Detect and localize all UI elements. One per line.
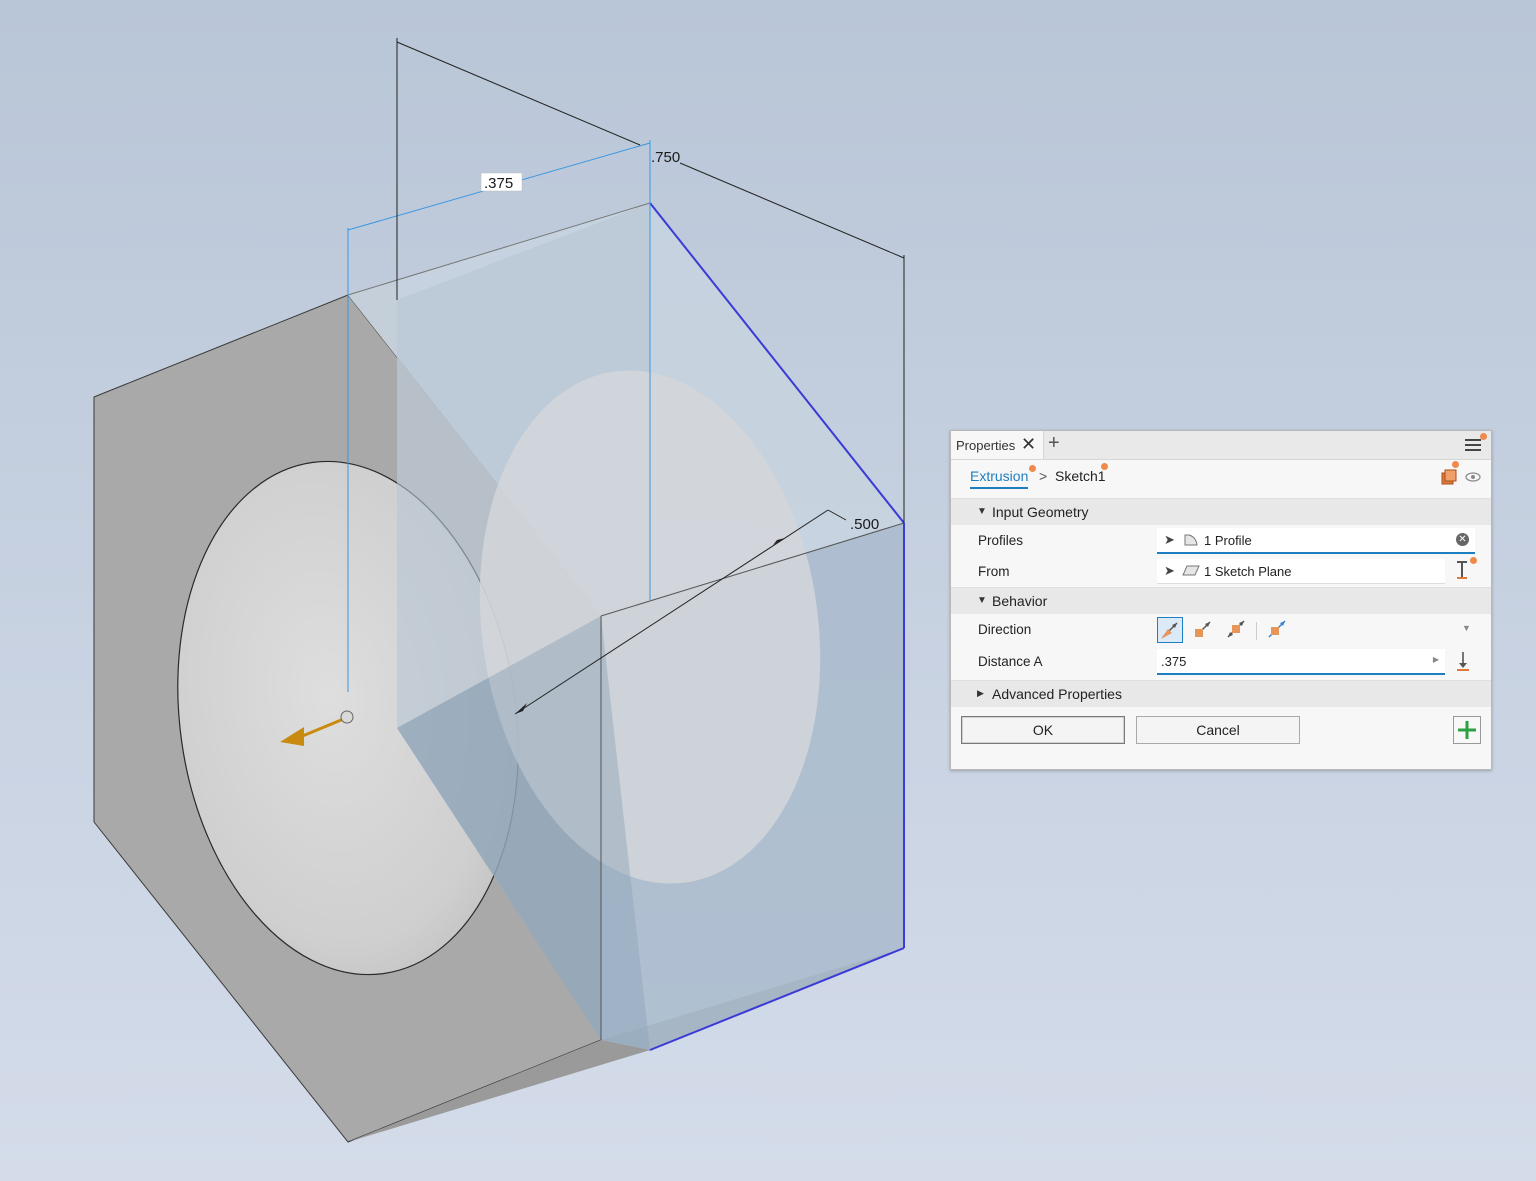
section-input-geometry-title: Input Geometry xyxy=(992,504,1089,520)
close-icon[interactable]: ✕ xyxy=(1021,434,1036,455)
profiles-row: Profiles ➤ 1 Profile ✕ xyxy=(951,525,1491,556)
distance-value: .375 xyxy=(1161,654,1187,669)
section-advanced-properties[interactable]: ▶ Advanced Properties xyxy=(951,680,1491,707)
breadcrumb: Extrusion > Sketch1 xyxy=(951,460,1491,498)
direction-divider xyxy=(1256,622,1257,640)
profile-icon xyxy=(1184,534,1198,546)
breadcrumb-extrusion[interactable]: Extrusion xyxy=(970,468,1029,489)
sketch-plane-icon xyxy=(1182,565,1200,576)
direction-flipped-button[interactable] xyxy=(1191,617,1217,643)
direction-symmetric-button[interactable] xyxy=(1224,617,1250,643)
breadcrumb-separator: > xyxy=(1039,468,1048,484)
menu-icon[interactable] xyxy=(1465,436,1481,452)
profiles-label: Profiles xyxy=(978,533,1024,548)
dimension-750-text: .750 xyxy=(651,149,680,166)
clear-selection-icon[interactable]: ✕ xyxy=(1456,533,1469,546)
apply-add-button[interactable] xyxy=(1453,716,1481,744)
direction-row: Direction ▼ xyxy=(951,614,1491,646)
body-badge xyxy=(1452,461,1459,468)
plus-icon xyxy=(1458,721,1476,739)
distance-label: Distance A xyxy=(978,654,1043,669)
breadcrumb-sketch[interactable]: Sketch1 xyxy=(1055,468,1106,484)
panel-tab-bar: Properties ✕ + xyxy=(951,431,1491,460)
select-cursor-icon: ➤ xyxy=(1164,563,1175,578)
extents-to-icon[interactable] xyxy=(1455,650,1471,672)
section-input-geometry[interactable]: ▼ Input Geometry xyxy=(951,498,1491,525)
properties-panel: Properties ✕ + Extrusion > Sketch1 ▼ Inp… xyxy=(950,430,1492,770)
from-selector[interactable]: ➤ 1 Sketch Plane xyxy=(1157,559,1445,584)
from-label: From xyxy=(978,564,1010,579)
expand-arrow-icon[interactable]: ▶ xyxy=(1433,655,1439,664)
collapse-triangle-icon: ▼ xyxy=(977,506,987,517)
collapse-triangle-icon: ▼ xyxy=(977,595,987,606)
extrusion-badge xyxy=(1029,465,1036,472)
distance-row: Distance A .375 ▶ xyxy=(951,646,1491,678)
tab-properties-label: Properties xyxy=(956,438,1016,453)
menu-badge xyxy=(1480,433,1487,440)
solid-body-icon[interactable] xyxy=(1441,469,1457,485)
extents-icon[interactable] xyxy=(1454,560,1470,580)
dimension-500-text: .500 xyxy=(850,516,879,533)
profiles-value: 1 Profile xyxy=(1204,533,1252,548)
sketch-badge xyxy=(1101,463,1108,470)
direction-asymmetric-button[interactable] xyxy=(1265,617,1291,643)
direction-default-button[interactable] xyxy=(1157,617,1183,643)
distance-input[interactable]: .375 ▶ xyxy=(1157,649,1445,675)
section-advanced-title: Advanced Properties xyxy=(992,686,1122,702)
extents-badge xyxy=(1470,557,1477,564)
cancel-button[interactable]: Cancel xyxy=(1136,716,1300,744)
tab-properties[interactable]: Properties ✕ xyxy=(951,431,1044,459)
panel-footer: OK Cancel xyxy=(951,707,1491,757)
from-row: From ➤ 1 Sketch Plane xyxy=(951,556,1491,587)
eye-icon[interactable] xyxy=(1465,471,1481,483)
dimension-375-text: .375 xyxy=(484,175,513,192)
direction-label: Direction xyxy=(978,622,1032,637)
add-tab-icon[interactable]: + xyxy=(1048,432,1060,455)
profiles-selector[interactable]: ➤ 1 Profile ✕ xyxy=(1157,528,1475,554)
expand-triangle-icon: ▶ xyxy=(977,688,984,698)
section-behavior-title: Behavior xyxy=(992,593,1048,609)
from-value: 1 Sketch Plane xyxy=(1204,564,1292,579)
chevron-down-icon[interactable]: ▼ xyxy=(1462,623,1471,633)
select-cursor-icon: ➤ xyxy=(1164,532,1175,547)
ok-button[interactable]: OK xyxy=(961,716,1125,744)
section-behavior[interactable]: ▼ Behavior xyxy=(951,587,1491,614)
